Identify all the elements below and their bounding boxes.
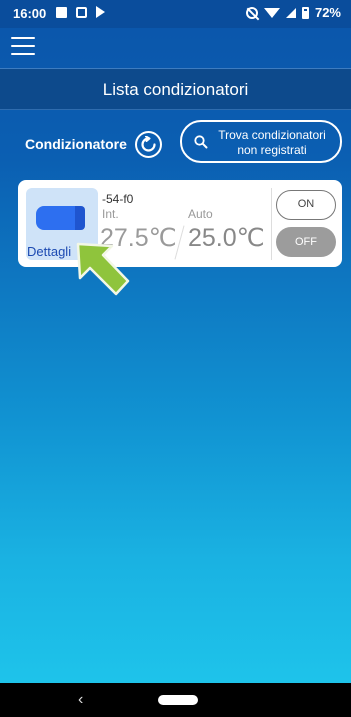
find-unregistered-button[interactable]: Trova condizionatori non registrati xyxy=(180,120,342,163)
find-button-label: Trova condizionatori non registrati xyxy=(218,128,326,157)
unit-card: Dettagli > -54-f0 Int. Auto 27.5℃ 25.0℃ … xyxy=(18,180,342,267)
nav-home-button[interactable] xyxy=(158,695,198,705)
status-time: 16:00 xyxy=(13,6,47,21)
navigation-bar: ‹ xyxy=(0,683,351,717)
play-notification-icon xyxy=(96,6,105,18)
refresh-icon xyxy=(141,136,156,152)
signal-icon xyxy=(285,7,296,18)
refresh-button[interactable] xyxy=(135,131,162,158)
power-on-button[interactable]: ON xyxy=(276,190,336,220)
mute-icon xyxy=(245,6,258,19)
unit-name: -54-f0 xyxy=(102,192,134,206)
menu-icon[interactable] xyxy=(11,37,35,57)
nav-back-button[interactable]: ‹ xyxy=(78,691,83,709)
page-title: Lista condizionatori xyxy=(102,80,249,99)
battery-icon xyxy=(301,6,309,19)
status-bar: 16:00 72% xyxy=(0,0,351,28)
photo-notification-icon xyxy=(56,7,67,18)
wifi-icon xyxy=(263,7,280,18)
card-divider xyxy=(271,188,272,260)
mode-label: Auto xyxy=(188,207,213,221)
battery-level: 72% xyxy=(314,5,341,20)
title-bar: Lista condizionatori xyxy=(0,68,351,110)
air-conditioner-icon xyxy=(36,206,85,230)
sim-notification-icon xyxy=(76,7,87,18)
hint-arrow-icon xyxy=(76,242,130,296)
power-off-button[interactable]: OFF xyxy=(276,227,336,257)
details-label: Dettagli xyxy=(27,244,72,259)
app-screen: 16:00 72% Lista condizionatori Condizion… xyxy=(0,0,351,717)
search-icon xyxy=(194,135,208,149)
room-temp-label: Int. xyxy=(102,207,119,221)
set-temperature: 25.0℃ xyxy=(188,224,265,252)
section-label: Condizionatore xyxy=(25,136,127,152)
status-indicators: 72% xyxy=(245,5,341,20)
